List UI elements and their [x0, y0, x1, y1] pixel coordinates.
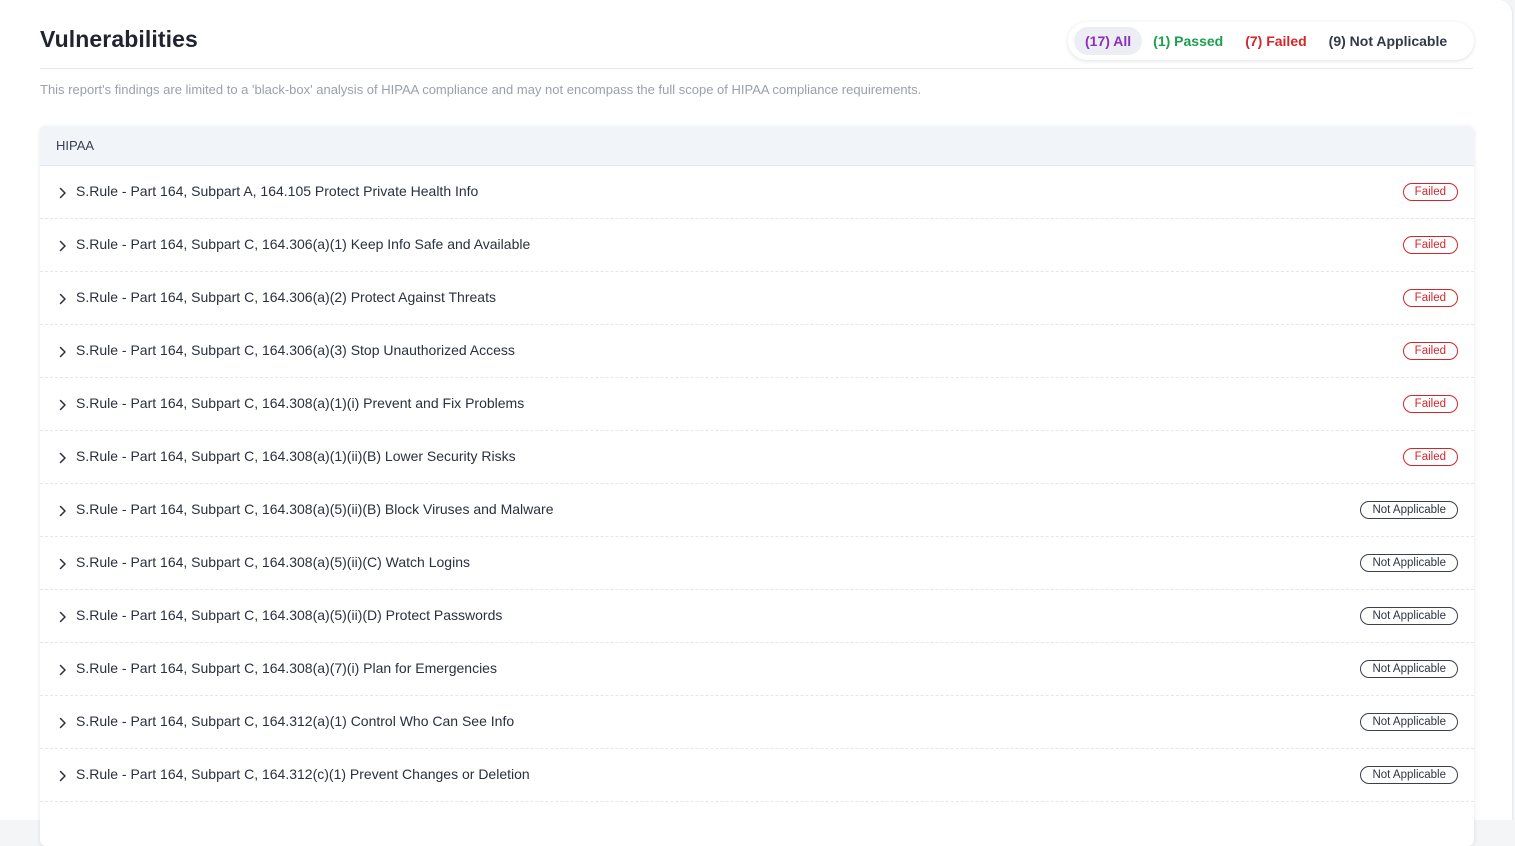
- chevron-right-icon[interactable]: [57, 505, 69, 517]
- status-badge: Failed: [1402, 289, 1458, 307]
- chevron-right-icon[interactable]: [57, 452, 69, 464]
- chevron-right-icon[interactable]: [57, 664, 69, 676]
- page-title: Vulnerabilities: [40, 26, 198, 52]
- table-row[interactable]: S.Rule - Part 164, Subpart C, 164.312(a)…: [40, 696, 1474, 749]
- row-label: S.Rule - Part 164, Subpart C, 164.306(a)…: [76, 236, 531, 252]
- status-badge: Not Applicable: [1360, 501, 1458, 519]
- vulnerabilities-card: Vulnerabilities (17) All (1) Passed (7) …: [0, 0, 1513, 846]
- table-row[interactable]: S.Rule - Part 164, Subpart C, 164.306(a)…: [40, 325, 1474, 378]
- filter-tab-failed[interactable]: (7) Failed: [1234, 27, 1317, 55]
- table-row[interactable]: S.Rule - Part 164, Subpart C, 164.308(a)…: [40, 537, 1474, 590]
- status-badge: Not Applicable: [1360, 766, 1458, 784]
- chevron-right-icon[interactable]: [57, 346, 69, 358]
- status-badge: Failed: [1402, 183, 1458, 201]
- row-label: S.Rule - Part 164, Subpart C, 164.306(a)…: [76, 289, 496, 305]
- status-badge: Failed: [1402, 395, 1458, 413]
- table-body: S.Rule - Part 164, Subpart A, 164.105 Pr…: [40, 166, 1474, 802]
- filter-tab-not-applicable[interactable]: (9) Not Applicable: [1318, 27, 1459, 55]
- filter-tab-all[interactable]: (17) All: [1074, 27, 1143, 55]
- table-row[interactable]: S.Rule - Part 164, Subpart C, 164.308(a)…: [40, 484, 1474, 537]
- chevron-right-icon[interactable]: [57, 187, 69, 199]
- row-label: S.Rule - Part 164, Subpart C, 164.308(a)…: [76, 448, 516, 464]
- chevron-right-icon[interactable]: [57, 717, 69, 729]
- chevron-right-icon[interactable]: [57, 240, 69, 252]
- table-row[interactable]: S.Rule - Part 164, Subpart C, 164.308(a)…: [40, 378, 1474, 431]
- row-label: S.Rule - Part 164, Subpart C, 164.312(a)…: [76, 713, 515, 729]
- status-badge: Not Applicable: [1360, 660, 1458, 678]
- row-label: S.Rule - Part 164, Subpart C, 164.312(c)…: [76, 766, 530, 782]
- table-header: HIPAA: [40, 126, 1474, 166]
- status-badge: Not Applicable: [1360, 713, 1458, 731]
- vulnerabilities-table: HIPAA S.Rule - Part 164, Subpart A, 164.…: [40, 126, 1474, 846]
- table-row[interactable]: S.Rule - Part 164, Subpart C, 164.308(a)…: [40, 431, 1474, 484]
- status-badge: Not Applicable: [1360, 607, 1458, 625]
- row-label: S.Rule - Part 164, Subpart C, 164.308(a)…: [76, 607, 503, 623]
- filter-tab-passed[interactable]: (1) Passed: [1142, 27, 1234, 55]
- table-row[interactable]: S.Rule - Part 164, Subpart C, 164.306(a)…: [40, 219, 1474, 272]
- chevron-right-icon[interactable]: [57, 399, 69, 411]
- row-label: S.Rule - Part 164, Subpart C, 164.308(a)…: [76, 501, 554, 517]
- disclaimer-text: This report's findings are limited to a …: [40, 82, 922, 97]
- header-divider: [40, 68, 1473, 69]
- status-filter-bar: (17) All (1) Passed (7) Failed (9) Not A…: [1068, 22, 1474, 60]
- table-row[interactable]: S.Rule - Part 164, Subpart C, 164.306(a)…: [40, 272, 1474, 325]
- chevron-right-icon[interactable]: [57, 770, 69, 782]
- row-label: S.Rule - Part 164, Subpart C, 164.308(a)…: [76, 554, 470, 570]
- chevron-right-icon[interactable]: [57, 558, 69, 570]
- row-label: S.Rule - Part 164, Subpart C, 164.308(a)…: [76, 395, 525, 411]
- chevron-right-icon[interactable]: [57, 293, 69, 305]
- status-badge: Failed: [1402, 448, 1458, 466]
- status-badge: Failed: [1402, 236, 1458, 254]
- chevron-right-icon[interactable]: [57, 611, 69, 623]
- row-label: S.Rule - Part 164, Subpart A, 164.105 Pr…: [76, 183, 479, 199]
- table-header-label: HIPAA: [56, 138, 95, 153]
- row-label: S.Rule - Part 164, Subpart C, 164.306(a)…: [76, 342, 515, 358]
- row-label: S.Rule - Part 164, Subpart C, 164.308(a)…: [76, 660, 497, 676]
- status-badge: Not Applicable: [1360, 554, 1458, 572]
- status-badge: Failed: [1402, 342, 1458, 360]
- table-row[interactable]: S.Rule - Part 164, Subpart C, 164.308(a)…: [40, 643, 1474, 696]
- table-row[interactable]: S.Rule - Part 164, Subpart A, 164.105 Pr…: [40, 166, 1474, 219]
- table-row[interactable]: S.Rule - Part 164, Subpart C, 164.308(a)…: [40, 590, 1474, 643]
- table-row[interactable]: S.Rule - Part 164, Subpart C, 164.312(c)…: [40, 749, 1474, 802]
